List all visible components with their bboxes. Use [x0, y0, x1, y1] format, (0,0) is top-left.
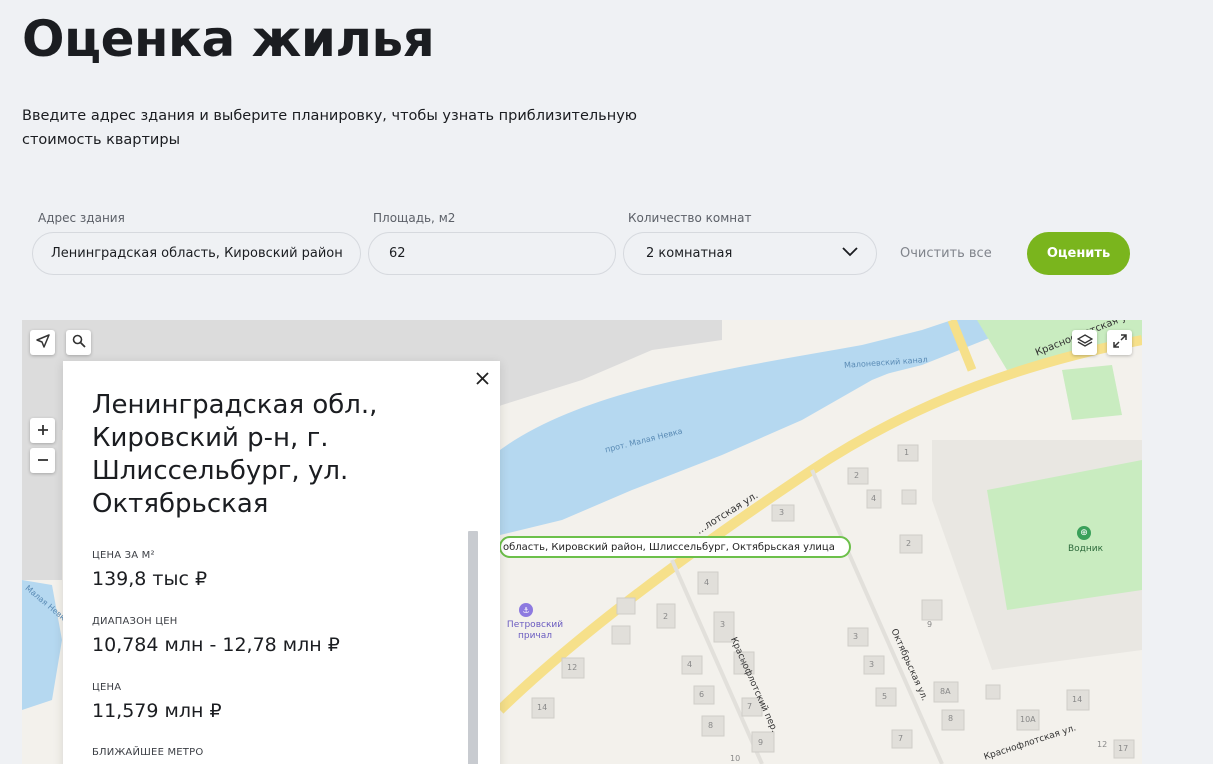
- evaluate-button[interactable]: Оценить: [1027, 232, 1130, 275]
- clear-all-button[interactable]: Очистить все: [900, 232, 1010, 275]
- house-number: 4: [687, 660, 693, 669]
- house-number: 12: [567, 663, 578, 672]
- location-arrow-icon: [35, 333, 50, 352]
- house-number: 4: [704, 578, 710, 587]
- house-number: 1: [904, 448, 910, 457]
- house-number: 2: [854, 471, 860, 480]
- area-value: 62: [389, 246, 406, 261]
- stadium-icon: ⊕: [1077, 526, 1091, 540]
- house-number: 3: [869, 660, 875, 669]
- plus-icon: [37, 421, 49, 440]
- price-per-m2-label: ЦЕНА ЗА М²: [92, 550, 155, 561]
- house-number: 3: [779, 508, 785, 517]
- layers-icon: [1076, 333, 1093, 353]
- house-number: 3: [853, 632, 859, 641]
- price-range-label: ДИАПАЗОН ЦЕН: [92, 616, 178, 627]
- map-search-button[interactable]: [66, 330, 91, 355]
- house-number: 9: [927, 620, 933, 629]
- page-title: Оценка жилья: [22, 10, 435, 68]
- house-number: 10А: [1020, 715, 1036, 724]
- house-number: 12: [1097, 740, 1108, 749]
- house-number: 5: [740, 658, 746, 667]
- house-number: 7: [747, 702, 753, 711]
- address-marker[interactable]: область, Кировский район, Шлиссельбург, …: [499, 536, 851, 558]
- rooms-select[interactable]: 2 комнатная: [623, 232, 877, 275]
- card-address-title: Ленинградская обл., Кировский р-н, г. Шл…: [92, 390, 378, 519]
- map-label-pier: Петровский причал: [506, 620, 564, 641]
- house-number: 14: [1072, 695, 1083, 704]
- house-number: 7: [898, 734, 904, 743]
- house-number: 14: [537, 703, 548, 712]
- house-number: 8А: [940, 687, 951, 696]
- geolocation-button[interactable]: [30, 330, 55, 355]
- chevron-down-icon: [842, 246, 858, 261]
- area-label: Площадь, м2: [373, 211, 456, 225]
- house-number: 8: [948, 714, 954, 723]
- zoom-in-button[interactable]: [30, 418, 55, 443]
- address-marker-text: область, Кировский район, Шлиссельбург, …: [503, 541, 835, 553]
- house-number: 2: [663, 612, 669, 621]
- card-close-button[interactable]: [472, 369, 492, 389]
- price-per-m2-value: 139,8 тыс ₽: [92, 568, 208, 590]
- area-input[interactable]: 62: [368, 232, 616, 275]
- address-label: Адрес здания: [38, 211, 125, 225]
- rooms-value: 2 комнатная: [646, 246, 733, 261]
- fullscreen-button[interactable]: [1107, 330, 1132, 355]
- expand-icon: [1112, 333, 1127, 352]
- zoom-out-button[interactable]: [30, 448, 55, 473]
- house-number: 8: [708, 721, 714, 730]
- rooms-label: Количество комнат: [628, 211, 752, 225]
- close-icon: [475, 370, 489, 389]
- map[interactable]: Малоневский канал прот. Малая Невка Мала…: [22, 320, 1142, 764]
- map-label-stadium: Водник: [1068, 544, 1104, 554]
- address-value: Ленинградская область, Кировский район: [51, 246, 343, 261]
- search-icon: [72, 333, 86, 352]
- house-number: 4: [871, 494, 877, 503]
- price-range-value: 10,784 млн - 12,78 млн ₽: [92, 634, 340, 656]
- house-number: 6: [699, 690, 705, 699]
- pier-icon: ⚓: [519, 603, 533, 617]
- layers-button[interactable]: [1072, 330, 1097, 355]
- price-label: ЦЕНА: [92, 682, 122, 693]
- house-number: 5: [882, 692, 888, 701]
- address-input[interactable]: Ленинградская область, Кировский район: [32, 232, 361, 275]
- estimate-card: Ленинградская обл., Кировский р-н, г. Шл…: [63, 361, 500, 764]
- card-scrollbar[interactable]: [468, 531, 478, 764]
- nearest-metro-label: БЛИЖАЙШЕЕ МЕТРО: [92, 747, 204, 758]
- house-number: 3: [720, 620, 726, 629]
- house-number: 17: [1118, 744, 1129, 753]
- house-number: 9: [758, 738, 764, 747]
- page-description: Введите адрес здания и выберите планиров…: [22, 108, 637, 148]
- minus-icon: [37, 451, 49, 470]
- house-number: 2: [906, 539, 912, 548]
- house-number: 10: [730, 754, 741, 763]
- price-value: 11,579 млн ₽: [92, 700, 222, 722]
